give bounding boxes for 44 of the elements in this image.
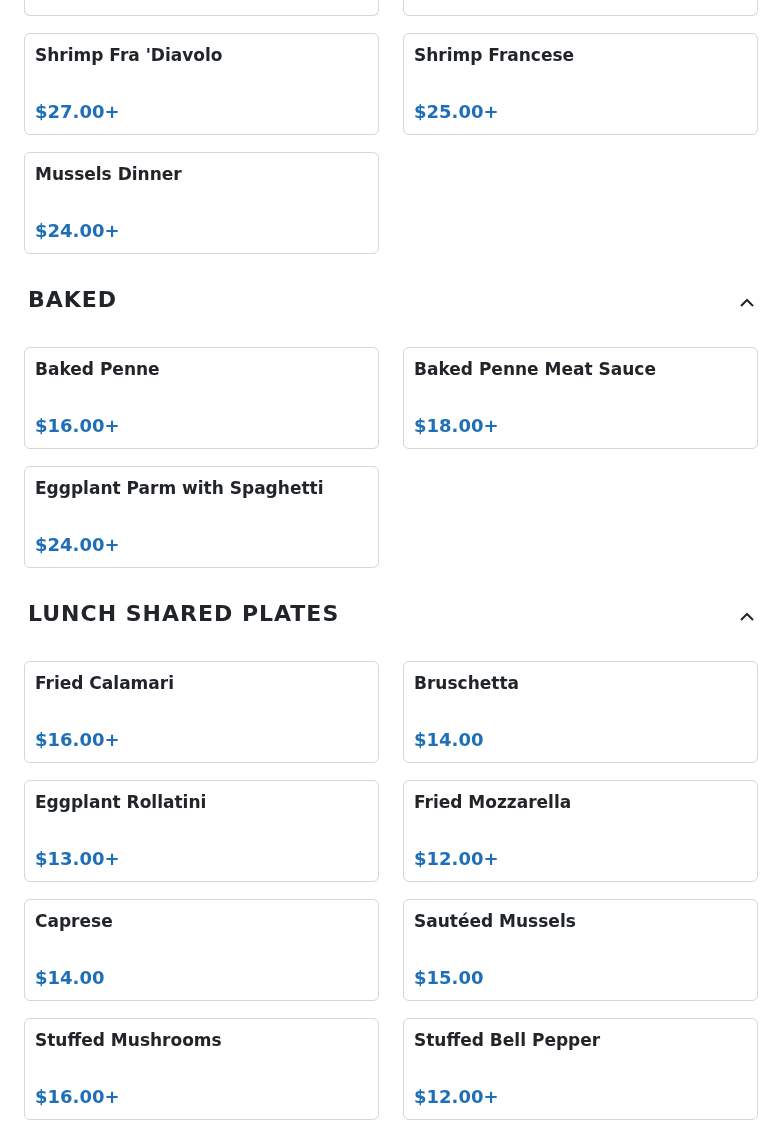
item-price: $14.00	[35, 966, 106, 990]
menu-item-card[interactable]: Bruschetta $14.00	[403, 661, 758, 763]
menu-item-card[interactable]: Sautéed Mussels $15.00	[403, 899, 758, 1001]
item-price: $25.00+	[414, 100, 500, 124]
menu-item-card[interactable]: Eggplant Parm with Spaghetti $24.00+	[24, 466, 379, 568]
item-name: Sautéed Mussels	[414, 910, 577, 932]
menu-item-card[interactable]: Eggplant Rollatini $13.00+	[24, 780, 379, 882]
item-name: Caprese	[35, 910, 114, 932]
menu-item-card[interactable]: Fried Calamari $16.00+	[24, 661, 379, 763]
item-price: $12.00+	[414, 1085, 500, 1109]
item-name: Eggplant Parm with Spaghetti	[35, 477, 325, 499]
item-price: $15.00	[414, 966, 485, 990]
item-name: Shrimp Francese	[414, 44, 576, 66]
item-price: $18.00+	[414, 414, 500, 438]
item-name: Shrimp Fra 'Diavolo	[35, 44, 224, 66]
menu-item-card[interactable]: Baked Penne Meat Sauce $18.00+	[403, 347, 758, 449]
menu-item-card[interactable]: Stuffed Mushrooms $16.00+	[24, 1018, 379, 1120]
item-price: $16.00+	[35, 414, 121, 438]
item-name: Stuffed Mushrooms	[35, 1029, 223, 1051]
item-price: $16.00+	[35, 1085, 121, 1109]
menu-item-card[interactable]: Fried Mozzarella $12.00+	[403, 780, 758, 882]
item-name: Fried Mozzarella	[414, 791, 573, 813]
item-name: Stuffed Bell Pepper	[414, 1029, 602, 1051]
section-heading: BAKED	[28, 286, 118, 314]
menu-item-card[interactable]: Baked Penne $16.00+	[24, 347, 379, 449]
item-name: Eggplant Rollatini	[35, 791, 208, 813]
section-heading: LUNCH SHARED PLATES	[28, 600, 340, 628]
menu-item-card[interactable]: Shrimp Fra 'Diavolo $27.00+	[24, 33, 379, 135]
item-name: Mussels Dinner	[35, 163, 183, 185]
item-price: $24.00+	[35, 219, 121, 243]
item-price: $16.00+	[35, 728, 121, 752]
menu-item-card[interactable]: Shrimp Francese $25.00+	[403, 33, 758, 135]
item-price: $12.00+	[414, 847, 500, 871]
menu-item-card[interactable]: Caprese $14.00	[24, 899, 379, 1001]
item-price: $27.00+	[35, 100, 121, 124]
menu-item-card[interactable]: Stuffed Bell Pepper $12.00+	[403, 1018, 758, 1120]
item-price: $24.00+	[35, 533, 121, 557]
menu-item-card[interactable]: Mussels Dinner $24.00+	[24, 152, 379, 254]
item-price: $13.00+	[35, 847, 121, 871]
item-name: Baked Penne	[35, 358, 161, 380]
item-name: Fried Calamari	[35, 672, 175, 694]
item-price: $14.00	[414, 728, 485, 752]
item-name: Bruschetta	[414, 672, 520, 694]
item-name: Baked Penne Meat Sauce	[414, 358, 657, 380]
